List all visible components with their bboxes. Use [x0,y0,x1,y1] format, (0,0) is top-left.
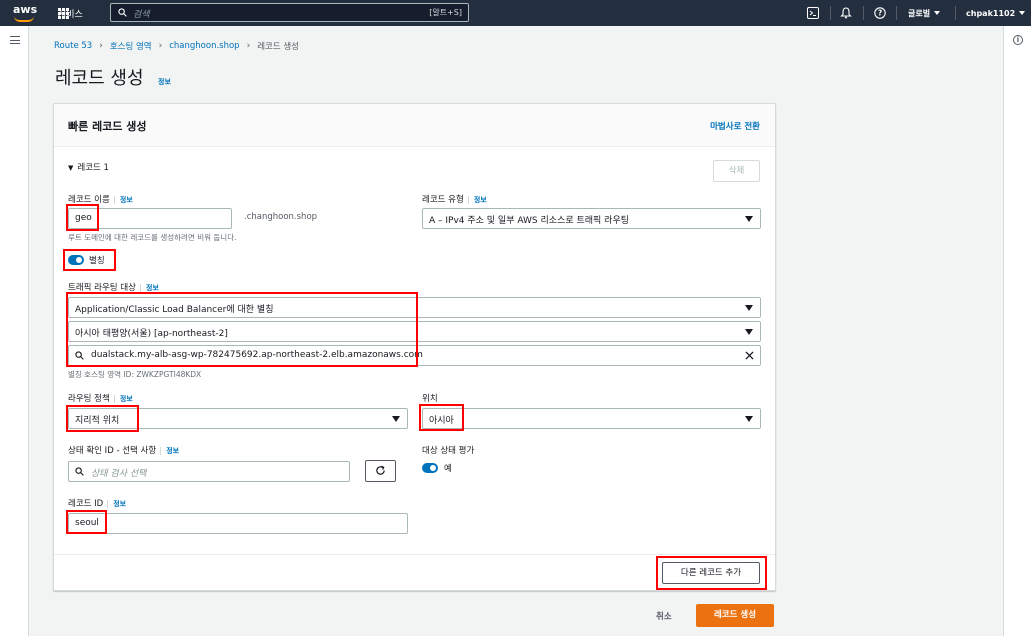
top-navigation: aws 서비스 검색 [알트+S] ? 글로벌 chpak1102 [0,0,1031,26]
dropdown-caret-icon [745,416,753,422]
region-label: 글로벌 [908,8,931,18]
page-info-link[interactable]: 정보 [158,77,171,87]
dropdown-caret-icon [745,216,753,222]
record-type-select[interactable]: A – IPv4 주소 및 일부 AWS 리소스로 트래픽 라우팅 [422,208,761,229]
info-icon[interactable]: i [1013,35,1023,45]
notifications-button[interactable] [840,0,852,26]
highlight-record-name [66,204,99,231]
chevron-right-icon: › [246,41,251,51]
page-title: 레코드 생성 [55,68,144,89]
menu-icon[interactable] [10,36,20,47]
aws-logo[interactable]: aws [11,2,37,24]
help-icon: ? [874,7,886,19]
breadcrumb-current: 레코드 생성 [257,42,299,52]
delete-record-button[interactable]: 삭제 [713,160,760,182]
highlight-alias [63,249,116,271]
caret-down-icon: ▼ [68,164,74,172]
clear-icon[interactable] [745,351,754,360]
search-placeholder: 검색 [133,10,150,20]
dropdown-caret-icon [392,416,400,422]
routing-policy-info-link[interactable]: 정보 [113,395,133,403]
cloudshell-icon [807,7,819,19]
search-icon [118,8,127,17]
health-check-placeholder: 상태 검사 선택 [91,469,147,479]
highlight-traffic-target [66,292,418,367]
evaluate-health-toggle[interactable] [422,463,438,473]
record-name-suffix: .changhoon.shop [244,212,318,222]
chevron-right-icon: › [158,41,163,51]
breadcrumb-zone[interactable]: changhoon.shop [169,41,239,51]
services-label: 서비스 [58,9,83,20]
services-menu[interactable]: 서비스 [58,6,83,20]
chevron-right-icon: › [99,41,103,51]
search-input[interactable]: 검색 [알트+S] [110,3,469,22]
tools-rail: i [1003,26,1031,636]
breadcrumb-hosted-zones[interactable]: 호스팅 영역 [110,40,152,52]
container-title: 빠른 레코드 생성 [68,120,147,133]
cloudshell-button[interactable] [807,0,819,26]
create-records-button[interactable]: 레코드 생성 [696,604,774,627]
side-navigation-rail [0,26,29,636]
highlight-add-record [656,556,767,590]
highlight-location [419,404,464,431]
container-header: 빠른 레코드 생성 마법사로 전환 [54,104,775,147]
evaluate-health-label: 대상 상태 평가 [422,446,475,456]
highlight-routing-policy [66,405,139,432]
cancel-button[interactable]: 취소 [656,610,672,622]
aws-logo-text: aws [13,3,38,16]
refresh-button[interactable] [365,460,396,482]
record-section-label: 레코드 1 [77,163,109,173]
breadcrumb-route53[interactable]: Route 53 [54,41,92,51]
hosted-zone-hint: 별칭 호스팅 영역 ID: ZWKZPGTI48KDX [68,370,202,379]
account-menu[interactable]: chpak1102 [966,0,1026,26]
record-type-label: 레코드 유형 정보 [422,195,487,205]
bell-icon [840,7,852,19]
record-name-info-link[interactable]: 정보 [113,196,133,204]
svg-text:?: ? [878,9,882,18]
highlight-record-id [66,510,107,534]
refresh-icon [376,465,385,475]
dropdown-caret-icon [745,305,753,311]
record-section-toggle[interactable]: ▼ 레코드 1 [68,161,109,173]
region-selector[interactable]: 글로벌 [908,0,941,26]
record-id-info-link[interactable]: 정보 [107,500,127,508]
search-icon [75,467,84,476]
location-select[interactable]: 아시아 [422,408,761,429]
caret-down-icon [934,11,941,15]
record-id-label: 레코드 ID 정보 [68,499,127,509]
account-label: chpak1102 [966,8,1016,18]
evaluate-health-value: 예 [444,464,452,474]
health-check-label: 상태 확인 ID - 선택 사항 정보 [68,446,180,456]
caret-down-icon [1019,11,1026,15]
breadcrumb: Route 53 › 호스팅 영역 › changhoon.shop › 레코드… [54,40,299,52]
switch-to-wizard-link[interactable]: 마법사로 전환 [710,120,760,132]
routing-policy-label: 라우팅 정책 정보 [68,394,133,404]
record-type-info-link[interactable]: 정보 [467,196,487,204]
help-button[interactable]: ? [874,0,886,26]
record-name-hint: 루트 도메인에 대한 레코드를 생성하려면 비워 둡니다. [68,233,237,242]
traffic-target-info-link[interactable]: 정보 [139,284,159,292]
dropdown-caret-icon [745,329,753,335]
health-check-info-link[interactable]: 정보 [160,447,180,455]
location-label: 위치 [422,394,438,404]
record-type-value: A – IPv4 주소 및 일부 AWS 리소스로 트래픽 라우팅 [429,216,630,226]
health-check-input[interactable]: 상태 검사 선택 [68,461,350,482]
aws-smile-icon [14,16,34,22]
search-shortcut: [알트+S] [429,8,462,17]
record-id-input[interactable]: seoul [68,513,408,534]
